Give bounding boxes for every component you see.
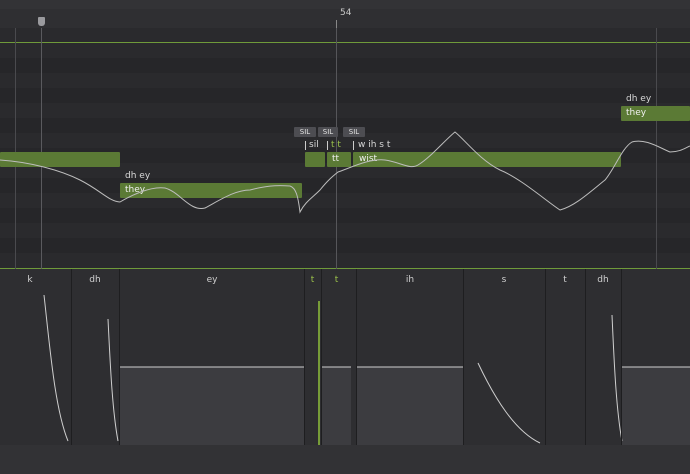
- pitch-curve[interactable]: [0, 0, 690, 270]
- phoneme-envelopes: [43, 294, 690, 445]
- phoneme-label[interactable]: s: [489, 275, 519, 285]
- phoneme-label[interactable]: t: [550, 275, 580, 285]
- phoneme-label[interactable]: dh: [588, 275, 618, 285]
- pitch-curve-line: [0, 131, 690, 214]
- phoneme-label[interactable]: t: [304, 275, 321, 285]
- phoneme-label[interactable]: t: [328, 275, 345, 285]
- phoneme-label[interactable]: ih: [395, 275, 425, 285]
- phoneme-panel[interactable]: k dh ey t t ih s t dh: [0, 269, 690, 445]
- bottom-scrollbar[interactable]: [0, 445, 690, 474]
- phoneme-label[interactable]: k: [15, 275, 45, 285]
- phoneme-label[interactable]: ey: [197, 275, 227, 285]
- phoneme-label[interactable]: dh: [80, 275, 110, 285]
